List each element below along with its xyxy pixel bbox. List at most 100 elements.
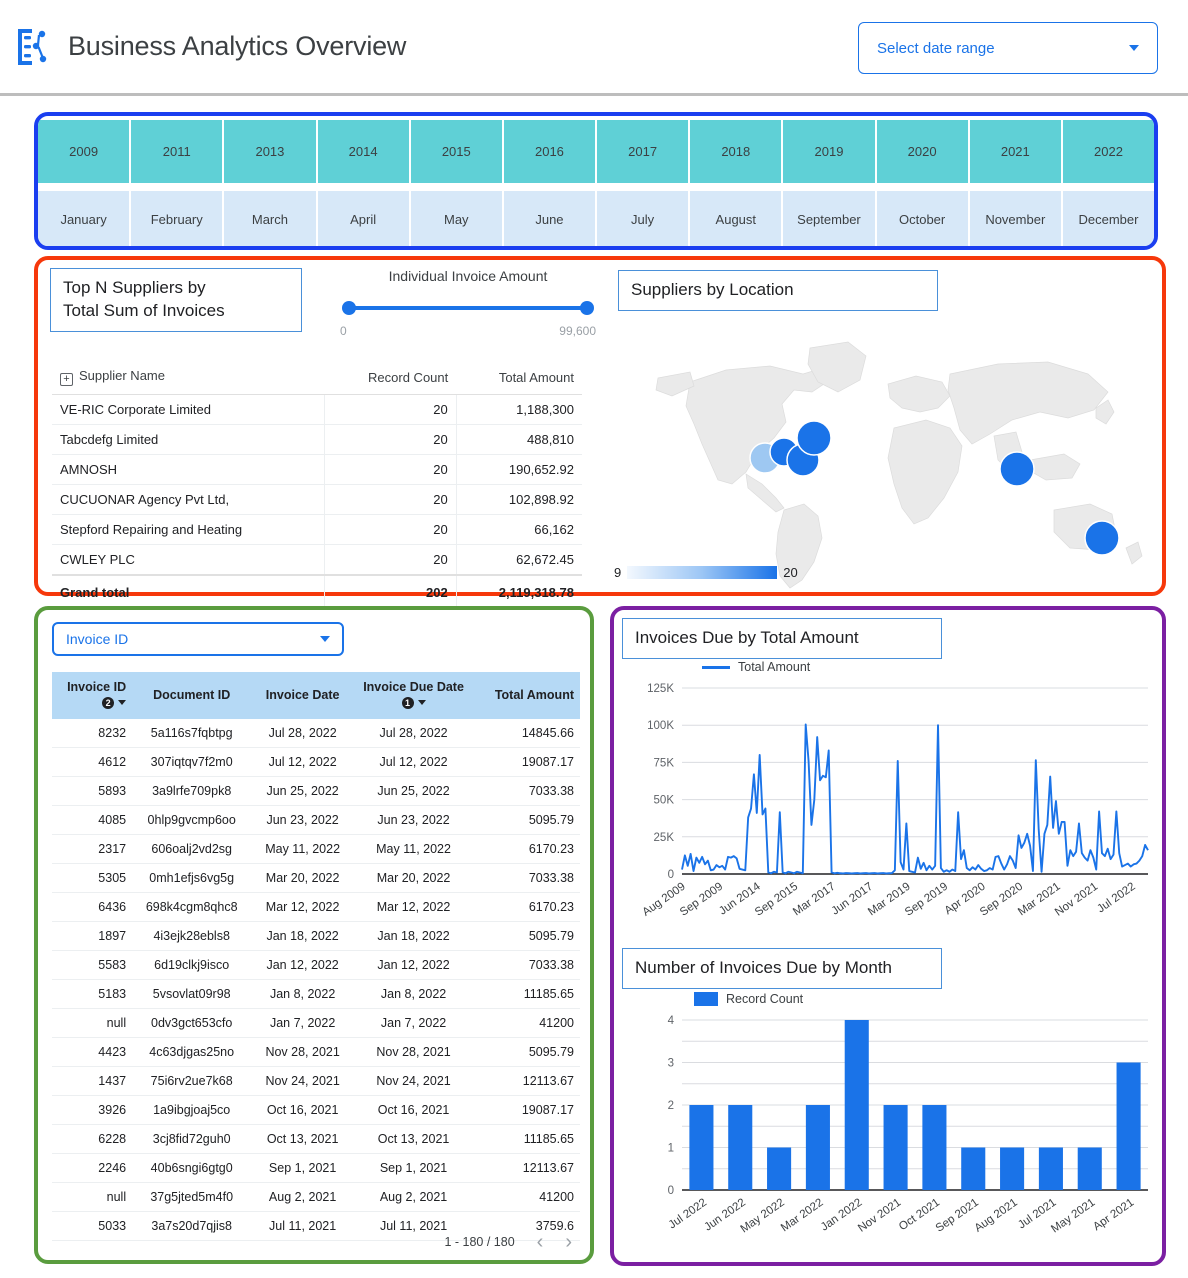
pagination-range: 1 - 180 / 180 <box>444 1235 514 1249</box>
table-row[interactable]: 5183 5vsovlat09r98 Jan 8, 2022 Jan 8, 20… <box>52 980 580 1009</box>
slider-handle-max[interactable] <box>580 301 594 315</box>
table-row[interactable]: CWLEY PLC 20 62,672.45 <box>52 545 582 576</box>
year-filter-cell[interactable]: 2011 <box>131 120 224 183</box>
slider-track[interactable] <box>344 300 592 316</box>
svg-text:Mar 2022: Mar 2022 <box>779 1197 826 1235</box>
suppliers-panel: Top N Suppliers by Total Sum of Invoices… <box>34 256 1166 596</box>
table-row[interactable]: CUCUONAR Agency Pvt Ltd, 20 102,898.92 <box>52 485 582 515</box>
cell-invoice-date: Nov 24, 2021 <box>251 1067 354 1096</box>
invoice-amount-slider[interactable]: Individual Invoice Amount 0 99,600 <box>338 268 598 338</box>
cell-invoice-date: May 11, 2022 <box>251 835 354 864</box>
sort-descending-icon[interactable] <box>418 700 426 705</box>
legend-bar-swatch <box>694 992 718 1006</box>
svg-text:2: 2 <box>668 1100 674 1112</box>
cell-record-count: 20 <box>324 425 456 455</box>
month-filter-cell[interactable]: September <box>783 191 876 247</box>
sort-descending-icon[interactable] <box>118 700 126 705</box>
world-map-graphic <box>598 312 1158 590</box>
col-invoice-id[interactable]: Invoice ID 2 <box>52 672 132 719</box>
year-filter-cell[interactable]: 2020 <box>877 120 970 183</box>
table-row[interactable]: Tabcdefg Limited 20 488,810 <box>52 425 582 455</box>
suppliers-table-title: Top N Suppliers by Total Sum of Invoices <box>50 268 302 332</box>
chevron-left-icon[interactable]: ‹ <box>537 1232 544 1252</box>
chevron-right-icon[interactable]: › <box>565 1232 572 1252</box>
col-supplier-name[interactable]: +Supplier Name <box>52 364 324 395</box>
cell-total-amount: 19087.17 <box>473 1096 580 1125</box>
col-total-amount[interactable]: Total Amount <box>456 364 582 395</box>
cell-total-amount: 41200 <box>473 1183 580 1212</box>
table-row[interactable]: 5583 6d19clkj9isco Jan 12, 2022 Jan 12, … <box>52 951 580 980</box>
cell-invoice-date: Jul 28, 2022 <box>251 719 354 748</box>
cell-invoice-date: Mar 12, 2022 <box>251 893 354 922</box>
table-row[interactable]: 5305 0mh1efjs6vg5g Mar 20, 2022 Mar 20, … <box>52 864 580 893</box>
table-row[interactable]: 2246 40b6sngi6gtg0 Sep 1, 2021 Sep 1, 20… <box>52 1154 580 1183</box>
bar <box>767 1148 791 1191</box>
table-row[interactable]: 2317 606oalj2vd2sg May 11, 2022 May 11, … <box>52 835 580 864</box>
year-filter-cell[interactable]: 2021 <box>970 120 1063 183</box>
month-filter-cell[interactable]: July <box>597 191 690 247</box>
year-filter-cell[interactable]: 2018 <box>690 120 783 183</box>
month-filter-cell[interactable]: April <box>318 191 411 247</box>
invoices-due-line-chart[interactable]: 025K50K75K100K125KAug 2009Sep 2009Jun 20… <box>620 674 1160 934</box>
table-row[interactable]: 8232 5a116s7fqbtpg Jul 28, 2022 Jul 28, … <box>52 719 580 748</box>
table-row[interactable]: AMNOSH 20 190,652.92 <box>52 455 582 485</box>
month-filter-cell[interactable]: November <box>970 191 1063 247</box>
table-row[interactable]: 6228 3cj8fid72guh0 Oct 13, 2021 Oct 13, … <box>52 1125 580 1154</box>
table-row[interactable]: Stepford Repairing and Heating 20 66,162 <box>52 515 582 545</box>
year-filter-cell[interactable]: 2013 <box>224 120 317 183</box>
month-filter-cell[interactable]: June <box>504 191 597 247</box>
table-row[interactable]: 4085 0hlp9gvcmp6oo Jun 23, 2022 Jun 23, … <box>52 806 580 835</box>
date-range-selector[interactable]: Select date range <box>858 22 1158 74</box>
year-filter-cell[interactable]: 2015 <box>411 120 504 183</box>
month-filter-cell[interactable]: May <box>411 191 504 247</box>
table-row[interactable]: VE-RIC Corporate Limited 20 1,188,300 <box>52 395 582 425</box>
table-row[interactable]: 1437 75i6rv2ue7k68 Nov 24, 2021 Nov 24, … <box>52 1067 580 1096</box>
col-total-amount[interactable]: Total Amount <box>473 672 580 719</box>
table-row[interactable]: 1897 4i3ejk28ebls8 Jan 18, 2022 Jan 18, … <box>52 922 580 951</box>
table-row[interactable]: 6436 698k4cgm8qhc8 Mar 12, 2022 Mar 12, … <box>52 893 580 922</box>
svg-text:Nov 2021: Nov 2021 <box>856 1197 903 1235</box>
month-filter-cell[interactable]: October <box>877 191 970 247</box>
table-row[interactable]: 4612 307iqtqv7f2m0 Jul 12, 2022 Jul 12, … <box>52 748 580 777</box>
cell-invoice-date: Oct 16, 2021 <box>251 1096 354 1125</box>
year-filter-cell[interactable]: 2014 <box>318 120 411 183</box>
month-filter-cell[interactable]: August <box>690 191 783 247</box>
cell-total-amount: 66,162 <box>456 515 582 545</box>
month-filter-cell[interactable]: February <box>131 191 224 247</box>
plus-box-icon[interactable]: + <box>60 373 73 386</box>
report-logo-icon <box>14 26 54 68</box>
cell-invoice-date: Jan 8, 2022 <box>251 980 354 1009</box>
invoices-count-bar-chart[interactable]: 01234Jul 2022Jun 2022May 2022Mar 2022Jan… <box>620 1008 1160 1258</box>
cell-total-amount: 488,810 <box>456 425 582 455</box>
line-chart-title: Invoices Due by Total Amount <box>622 618 942 659</box>
svg-text:125K: 125K <box>647 683 674 695</box>
year-filter-cell[interactable]: 2019 <box>783 120 876 183</box>
table-row[interactable]: null 37g5jted5m4f0 Aug 2, 2021 Aug 2, 20… <box>52 1183 580 1212</box>
cell-invoice-id: 5183 <box>52 980 132 1009</box>
year-filter-cell[interactable]: 2022 <box>1063 120 1154 183</box>
invoice-field-select[interactable]: Invoice ID <box>52 622 344 656</box>
cell-invoice-id: 5305 <box>52 864 132 893</box>
year-filter-cell[interactable]: 2016 <box>504 120 597 183</box>
month-filter-cell[interactable]: December <box>1063 191 1154 247</box>
cell-record-count: 20 <box>324 395 456 425</box>
month-filter-cell[interactable]: January <box>38 191 131 247</box>
page-title: Business Analytics Overview <box>68 31 406 62</box>
year-filter-cell[interactable]: 2017 <box>597 120 690 183</box>
cell-grand-total-count: 202 <box>324 575 456 607</box>
month-filter-cell[interactable]: March <box>224 191 317 247</box>
table-row[interactable]: null 0dv3gct653cfo Jan 7, 2022 Jan 7, 20… <box>52 1009 580 1038</box>
slider-handle-min[interactable] <box>342 301 356 315</box>
col-document-id[interactable]: Document ID <box>132 672 251 719</box>
col-record-count[interactable]: Record Count <box>324 364 456 395</box>
bar <box>845 1020 869 1190</box>
col-invoice-date[interactable]: Invoice Date <box>251 672 354 719</box>
suppliers-map[interactable] <box>598 312 1158 590</box>
col-invoice-due-date[interactable]: Invoice Due Date 1 <box>354 672 473 719</box>
table-row[interactable]: 5893 3a9lrfe709pk8 Jun 25, 2022 Jun 25, … <box>52 777 580 806</box>
table-row[interactable]: 4423 4c63djgas25no Nov 28, 2021 Nov 28, … <box>52 1038 580 1067</box>
cell-total-amount: 190,652.92 <box>456 455 582 485</box>
table-row[interactable]: 3926 1a9ibgjoaj5co Oct 16, 2021 Oct 16, … <box>52 1096 580 1125</box>
year-filter-cell[interactable]: 2009 <box>38 120 131 183</box>
cell-document-id: 0dv3gct653cfo <box>132 1009 251 1038</box>
